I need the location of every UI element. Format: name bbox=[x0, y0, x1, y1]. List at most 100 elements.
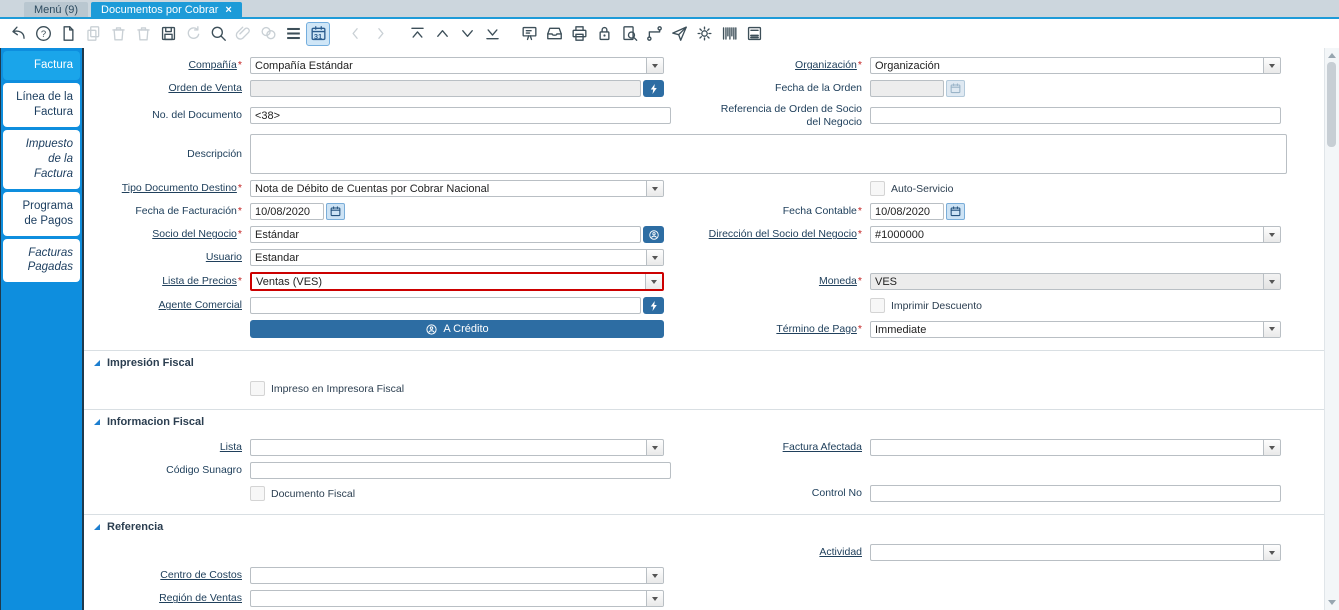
report-button[interactable] bbox=[742, 22, 766, 46]
next-record-button[interactable] bbox=[455, 22, 479, 46]
direccion-socio-label: Dirección del Socio del Negocio* bbox=[704, 228, 870, 241]
new-record-button[interactable] bbox=[56, 22, 80, 46]
collapse-triangle-icon bbox=[94, 419, 100, 425]
impreso-impresora-checkbox[interactable] bbox=[250, 381, 265, 396]
direccion-socio-select[interactable]: #1000000 bbox=[870, 226, 1281, 243]
business-partner-icon bbox=[648, 229, 660, 241]
agente-comercial-input[interactable] bbox=[250, 297, 641, 314]
list-lines-icon bbox=[284, 24, 303, 43]
chevron-down-icon[interactable] bbox=[1263, 227, 1280, 242]
actividad-select[interactable] bbox=[870, 544, 1281, 561]
section-informacion-fiscal[interactable]: Informacion Fiscal bbox=[84, 409, 1324, 430]
region-ventas-label: Región de Ventas bbox=[84, 592, 250, 605]
lock-button[interactable] bbox=[592, 22, 616, 46]
help-button[interactable] bbox=[31, 22, 55, 46]
calendar-button[interactable]: 31 bbox=[306, 22, 330, 46]
lista-precios-select[interactable]: Ventas (VES) bbox=[250, 272, 664, 291]
print-button[interactable] bbox=[567, 22, 591, 46]
chevron-down-icon[interactable] bbox=[646, 440, 663, 455]
close-tab-icon[interactable]: × bbox=[225, 5, 231, 16]
sidebar-item-factura[interactable]: Factura bbox=[3, 51, 80, 80]
a-credito-button[interactable]: A Crédito bbox=[250, 320, 664, 338]
barcode-icon bbox=[720, 24, 739, 43]
tab-documentos-por-cobrar[interactable]: Documentos por Cobrar × bbox=[91, 2, 242, 17]
sidebar-item-linea-factura[interactable]: Línea de la Factura bbox=[3, 83, 80, 127]
settings-button[interactable] bbox=[692, 22, 716, 46]
termino-pago-select[interactable]: Immediate bbox=[870, 321, 1281, 338]
previous-record-button[interactable] bbox=[430, 22, 454, 46]
detail-record-button[interactable] bbox=[517, 22, 541, 46]
no-documento-input[interactable] bbox=[250, 107, 671, 124]
product-info-button[interactable] bbox=[717, 22, 741, 46]
send-request-button[interactable] bbox=[667, 22, 691, 46]
orden-venta-search-button[interactable] bbox=[643, 80, 664, 97]
collapse-triangle-icon bbox=[94, 524, 100, 530]
scroll-up-icon[interactable] bbox=[1328, 53, 1336, 58]
centro-costos-select[interactable] bbox=[250, 567, 664, 584]
first-record-button[interactable] bbox=[405, 22, 429, 46]
factura-afectada-select[interactable] bbox=[870, 439, 1281, 456]
chevron-down-icon[interactable] bbox=[646, 58, 663, 73]
save-button[interactable] bbox=[156, 22, 180, 46]
sidebar-item-impuesto-factura[interactable]: Impuesto de la Factura bbox=[3, 130, 80, 189]
fecha-facturacion-label: Fecha de Facturación* bbox=[84, 205, 250, 218]
chevron-down-icon[interactable] bbox=[1263, 322, 1280, 337]
usuario-select[interactable]: Estandar bbox=[250, 249, 664, 266]
section-referencia[interactable]: Referencia bbox=[84, 514, 1324, 535]
fecha-facturacion-input[interactable] bbox=[250, 203, 324, 220]
undo-button[interactable] bbox=[6, 22, 30, 46]
chevron-down-icon[interactable] bbox=[1263, 58, 1280, 73]
tab-menu[interactable]: Menú (9) bbox=[24, 2, 88, 17]
chevron-down-icon[interactable] bbox=[646, 591, 663, 606]
chevron-down-icon[interactable] bbox=[645, 274, 662, 289]
scrollbar-thumb[interactable] bbox=[1327, 62, 1336, 147]
agente-comercial-search-button[interactable] bbox=[643, 297, 664, 314]
find-button[interactable] bbox=[206, 22, 230, 46]
region-ventas-select[interactable] bbox=[250, 590, 664, 607]
sidebar-item-programa-pagos[interactable]: Programa de Pagos bbox=[3, 192, 80, 236]
chevron-down-icon[interactable] bbox=[646, 568, 663, 583]
archive-icon bbox=[545, 24, 564, 43]
descripcion-textarea[interactable] bbox=[250, 134, 1287, 174]
fecha-orden-input bbox=[870, 80, 944, 97]
socio-negocio-search-button[interactable] bbox=[643, 226, 664, 243]
compania-select[interactable]: Compañía Estándar bbox=[250, 57, 664, 74]
tab-active-label: Documentos por Cobrar bbox=[101, 4, 218, 16]
sidebar-item-facturas-pagadas[interactable]: Facturas Pagadas bbox=[3, 239, 80, 283]
workflow-button[interactable] bbox=[642, 22, 666, 46]
section-impresion-fiscal[interactable]: Impresión Fiscal bbox=[84, 350, 1324, 371]
last-record-button[interactable] bbox=[480, 22, 504, 46]
imprimir-descuento-checkbox[interactable] bbox=[870, 298, 885, 313]
fecha-contable-input[interactable] bbox=[870, 203, 944, 220]
imprimir-descuento-label: Imprimir Descuento bbox=[891, 300, 982, 312]
chevron-down-icon[interactable] bbox=[646, 181, 663, 196]
agente-comercial-label: Agente Comercial bbox=[84, 299, 250, 312]
fecha-contable-calendar-button[interactable] bbox=[946, 203, 965, 220]
board-icon bbox=[520, 24, 539, 43]
fecha-facturacion-calendar-button[interactable] bbox=[326, 203, 345, 220]
documento-fiscal-checkbox[interactable] bbox=[250, 486, 265, 501]
tipo-doc-destino-select[interactable]: Nota de Débito de Cuentas por Cobrar Nac… bbox=[250, 180, 664, 197]
scroll-down-icon[interactable] bbox=[1328, 600, 1336, 605]
chevron-down-icon[interactable] bbox=[1263, 545, 1280, 560]
auto-servicio-checkbox[interactable] bbox=[870, 181, 885, 196]
chevron-down-icon[interactable] bbox=[1263, 440, 1280, 455]
centro-costos-label: Centro de Costos bbox=[84, 569, 250, 582]
archive-button[interactable] bbox=[542, 22, 566, 46]
chevron-up-icon bbox=[433, 24, 452, 43]
vertical-scrollbar[interactable] bbox=[1324, 48, 1339, 610]
grid-toggle-button[interactable] bbox=[281, 22, 305, 46]
new-document-icon bbox=[59, 24, 78, 43]
copy-icon bbox=[84, 24, 103, 43]
referencia-orden-input[interactable] bbox=[870, 107, 1281, 124]
delete-selection-button bbox=[131, 22, 155, 46]
codigo-sunagro-input[interactable] bbox=[250, 462, 671, 479]
socio-negocio-input[interactable] bbox=[250, 226, 641, 243]
organizacion-select[interactable]: Organización bbox=[870, 57, 1281, 74]
chevron-down-icon[interactable] bbox=[646, 250, 663, 265]
print-preview-button[interactable] bbox=[617, 22, 641, 46]
chevron-down-icon bbox=[458, 24, 477, 43]
lista-select[interactable] bbox=[250, 439, 664, 456]
refresh-button bbox=[181, 22, 205, 46]
control-no-input[interactable] bbox=[870, 485, 1281, 502]
